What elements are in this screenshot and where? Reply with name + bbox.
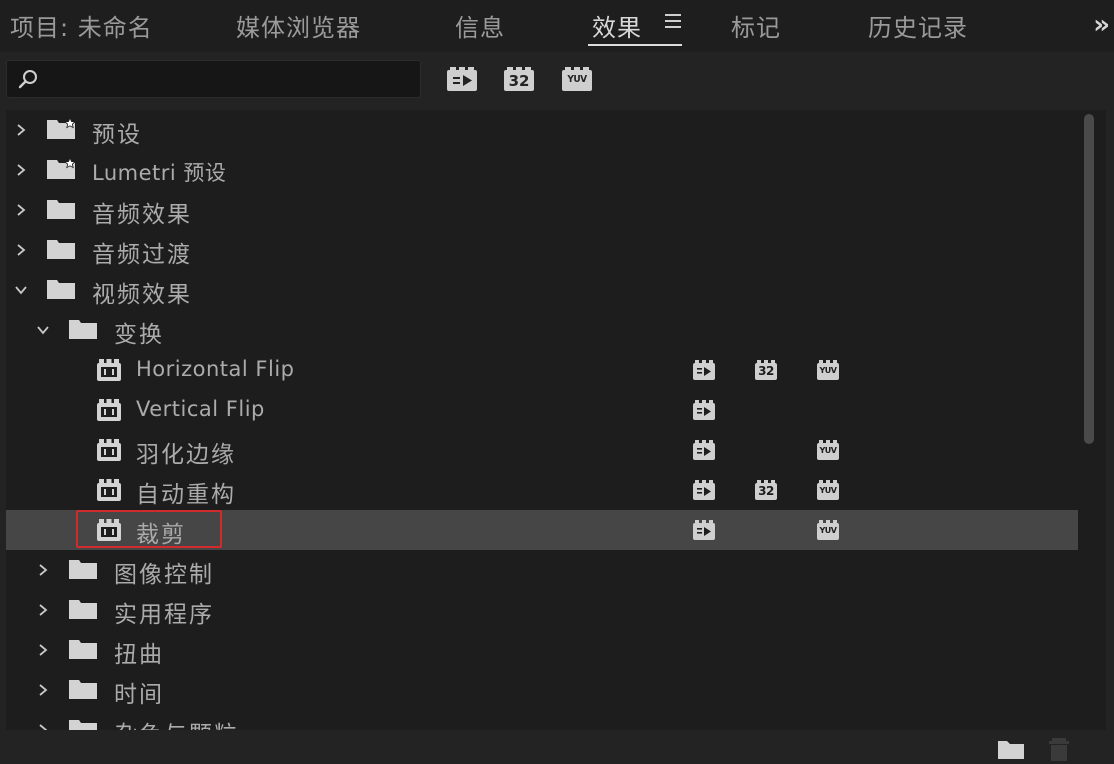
yuv-badge-icon: YUV [816, 479, 840, 501]
accelerated-effects-icon[interactable] [446, 66, 478, 92]
tree-item-label: 音频效果 [92, 202, 192, 228]
folder-icon [68, 318, 98, 340]
search-field[interactable] [6, 60, 421, 98]
tab-effects[interactable]: 效果 [592, 8, 642, 43]
tree-folder-row[interactable]: 杂色与颗粒 [6, 710, 1080, 730]
panel-footer [0, 730, 1114, 764]
active-tab-underline [588, 44, 682, 46]
32-bit-color-icon[interactable]: 32 [503, 66, 535, 92]
32-bit-badge-icon: 32 [754, 479, 778, 501]
preset-folder-icon [46, 156, 76, 180]
tree-folder-row[interactable]: Lumetri 预设 [6, 150, 1080, 190]
effects-tree: 预设 Lumetri 预设 音频效果 音频过渡 视频效果 变换 Horizontal Fli… [6, 110, 1106, 730]
chevron-right-icon[interactable] [36, 722, 50, 730]
search-toolbar: 32 YUV [0, 52, 1114, 108]
chevron-right-icon[interactable] [36, 602, 50, 616]
tree-item-label: Vertical Flip [136, 397, 265, 421]
tab-history[interactable]: 历史记录 [868, 8, 968, 43]
yuv-badge-text: YUV [819, 446, 837, 455]
trash-icon[interactable] [1044, 736, 1074, 762]
folder-icon [68, 558, 98, 580]
scrollbar-thumb[interactable] [1084, 114, 1094, 444]
tree-item-label: 时间 [114, 682, 164, 708]
panel-tab-bar: 项目: 未命名 媒体浏览器 信息 效果 标记 历史记录 » [0, 0, 1114, 52]
tree-folder-row[interactable]: 扭曲 [6, 630, 1080, 670]
accelerated-badge-icon [692, 399, 716, 421]
folder-icon [68, 638, 98, 660]
yuv-badge-text: YUV [819, 366, 837, 375]
tree-item-label: Horizontal Flip [136, 357, 295, 381]
32-bit-badge-text: 32 [758, 484, 774, 498]
tree-folder-row[interactable]: 预设 [6, 110, 1080, 150]
tree-item-label: 杂色与颗粒 [114, 715, 239, 730]
folder-icon [68, 718, 98, 730]
tree-folder-row[interactable]: 视频效果 [6, 270, 1080, 310]
folder-icon [46, 238, 76, 260]
tree-item-label: 实用程序 [114, 602, 214, 628]
yuv-badge-text: YUV [819, 526, 837, 535]
vertical-scrollbar[interactable] [1078, 110, 1100, 730]
chevron-right-icon[interactable] [14, 162, 28, 176]
accelerated-badge-icon [692, 519, 716, 541]
folder-icon [46, 278, 76, 300]
chevron-right-icon[interactable] [36, 682, 50, 696]
effect-row-item[interactable]: 羽化边缘 YUV [6, 430, 1080, 470]
tree-item-label: 音频过渡 [92, 242, 192, 268]
overflow-tabs-icon[interactable]: » [1093, 10, 1110, 40]
tab-media-browser[interactable]: 媒体浏览器 [236, 8, 361, 43]
yuv-badge-icon: YUV [816, 519, 840, 541]
folder-icon [68, 678, 98, 700]
panel-menu-icon[interactable] [665, 14, 681, 28]
tree-folder-row[interactable]: 实用程序 [6, 590, 1080, 630]
tree-folder-row[interactable]: 音频过渡 [6, 230, 1080, 270]
chevron-right-icon[interactable] [36, 562, 50, 576]
chevron-right-icon[interactable] [14, 242, 28, 256]
tree-folder-row[interactable]: 图像控制 [6, 550, 1080, 590]
video-effect-icon [96, 478, 122, 502]
yuv-badge-text: YUV [567, 74, 587, 85]
yuv-effects-icon[interactable]: YUV [561, 66, 593, 92]
highlight-annotation [76, 510, 222, 548]
tree-item-label: 扭曲 [114, 642, 164, 668]
accelerated-badge-icon [692, 359, 716, 381]
new-folder-icon[interactable] [996, 736, 1026, 762]
folder-icon [46, 198, 76, 220]
tree-item-label: 自动重构 [136, 482, 236, 508]
video-effect-icon [96, 358, 122, 382]
tree-folder-row[interactable]: 变换 [6, 310, 1080, 350]
yuv-badge-text: YUV [819, 486, 837, 495]
effect-row-item[interactable]: 自动重构 32 YUV [6, 470, 1080, 510]
chevron-right-icon[interactable] [14, 122, 28, 136]
tab-info[interactable]: 信息 [455, 8, 505, 43]
search-input[interactable] [47, 65, 412, 93]
tree-folder-row[interactable]: 时间 [6, 670, 1080, 710]
yuv-badge-icon: YUV [816, 439, 840, 461]
search-icon [18, 70, 37, 89]
yuv-badge-icon: YUV [816, 359, 840, 381]
chevron-down-icon[interactable] [14, 282, 28, 296]
tab-project[interactable]: 项目: 未命名 [10, 8, 153, 43]
tree-item-label: 预设 [92, 122, 142, 148]
tree-item-label: 视频效果 [92, 282, 192, 308]
32-bit-badge-text: 32 [508, 72, 530, 90]
effect-row-horizontal-flip[interactable]: Horizontal Flip 32 YUV [6, 350, 1080, 390]
video-effect-icon [96, 438, 122, 462]
tree-item-label: 变换 [114, 322, 164, 348]
chevron-right-icon[interactable] [36, 642, 50, 656]
folder-icon [68, 598, 98, 620]
video-effect-icon [96, 398, 122, 422]
accelerated-badge-icon [692, 479, 716, 501]
preset-folder-icon [46, 116, 76, 140]
32-bit-badge-icon: 32 [754, 359, 778, 381]
chevron-down-icon[interactable] [36, 322, 50, 336]
effect-row-vertical-flip[interactable]: Vertical Flip [6, 390, 1080, 430]
tree-item-label: Lumetri 预设 [92, 161, 227, 185]
chevron-right-icon[interactable] [14, 202, 28, 216]
tree-folder-row[interactable]: 音频效果 [6, 190, 1080, 230]
tab-markers[interactable]: 标记 [731, 8, 781, 43]
accelerated-badge-icon [692, 439, 716, 461]
32-bit-badge-text: 32 [758, 364, 774, 378]
tree-item-label: 图像控制 [114, 562, 214, 588]
tree-item-label: 羽化边缘 [136, 442, 236, 468]
